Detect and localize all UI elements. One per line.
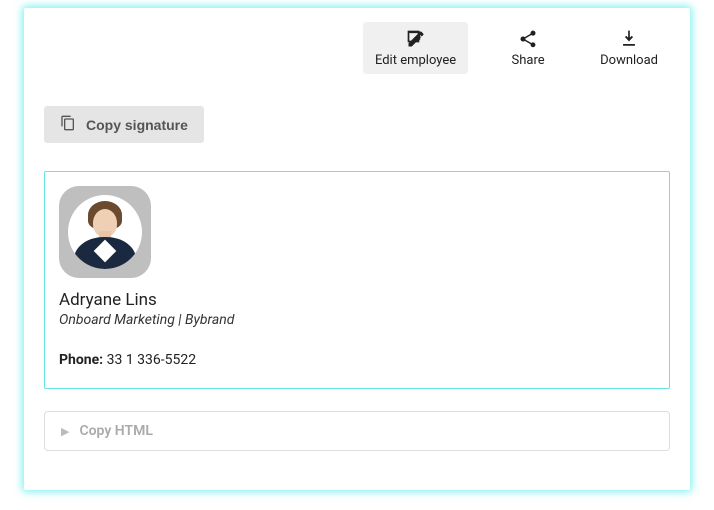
copy-html-panel[interactable]: ▶ Copy HTML [44, 411, 670, 451]
share-icon [518, 28, 538, 50]
share-button[interactable]: Share [488, 22, 568, 74]
signature-title: Onboard Marketing | Bybrand [59, 312, 655, 328]
phone-value: 33 1 336-5522 [107, 352, 197, 368]
download-label: Download [600, 53, 658, 68]
copy-icon [60, 115, 76, 134]
copy-signature-label: Copy signature [86, 117, 188, 133]
edit-icon [406, 28, 426, 50]
avatar [59, 186, 151, 278]
edit-employee-label: Edit employee [375, 53, 456, 68]
download-button[interactable]: Download [588, 22, 670, 74]
share-label: Share [512, 53, 545, 68]
signature-editor-panel: Edit employee Share Download Copy signat… [24, 8, 690, 490]
toolbar: Edit employee Share Download [44, 18, 670, 78]
phone-label: Phone: [59, 352, 103, 368]
edit-employee-button[interactable]: Edit employee [363, 22, 468, 74]
copy-html-label: Copy HTML [79, 423, 152, 439]
copy-signature-row: Copy signature [44, 106, 670, 143]
signature-phone-row: Phone: 33 1 336-5522 [59, 352, 655, 368]
signature-name: Adryane Lins [59, 290, 655, 310]
chevron-right-icon: ▶ [61, 425, 69, 438]
download-icon [619, 28, 639, 50]
copy-signature-button[interactable]: Copy signature [44, 106, 204, 143]
signature-preview: Adryane Lins Onboard Marketing | Bybrand… [44, 171, 670, 389]
